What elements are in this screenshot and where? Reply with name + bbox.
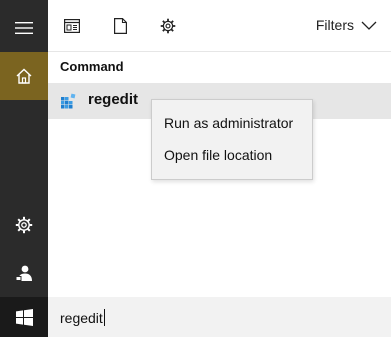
search-filter-toolbar: Filters xyxy=(48,0,391,52)
apps-filter-button[interactable] xyxy=(60,14,84,38)
menu-item-run-as-administrator[interactable]: Run as administrator xyxy=(164,115,293,131)
result-label: regedit xyxy=(88,91,139,108)
left-rail xyxy=(0,0,48,337)
home-button[interactable] xyxy=(0,52,48,100)
settings-button[interactable] xyxy=(0,201,48,249)
user-icon xyxy=(15,265,32,281)
gear-icon xyxy=(15,216,33,234)
search-input[interactable]: regedit xyxy=(60,309,105,326)
context-menu: Run as administrator Open file location xyxy=(151,99,313,180)
hamburger-icon xyxy=(15,22,33,34)
search-input-value: regedit xyxy=(60,310,103,326)
apps-icon xyxy=(64,19,80,33)
text-caret xyxy=(103,309,105,326)
search-box[interactable]: regedit xyxy=(48,297,391,337)
menu-button[interactable] xyxy=(0,4,48,52)
registry-editor-icon xyxy=(61,93,76,109)
section-title: Command xyxy=(60,59,124,74)
filters-dropdown[interactable]: Filters xyxy=(316,17,377,33)
menu-item-open-file-location[interactable]: Open file location xyxy=(164,147,272,163)
documents-filter-button[interactable] xyxy=(108,14,132,38)
filters-label: Filters xyxy=(315,17,354,33)
chevron-down-icon xyxy=(361,21,377,30)
start-search-panel: Filters Command regedit Run as administr… xyxy=(0,0,391,337)
home-icon xyxy=(16,68,32,84)
user-button[interactable] xyxy=(0,249,48,297)
settings-filter-button[interactable] xyxy=(156,14,180,38)
windows-logo-icon xyxy=(15,308,33,326)
gear-icon xyxy=(160,18,176,34)
start-button[interactable] xyxy=(0,297,48,337)
document-icon xyxy=(113,18,127,34)
